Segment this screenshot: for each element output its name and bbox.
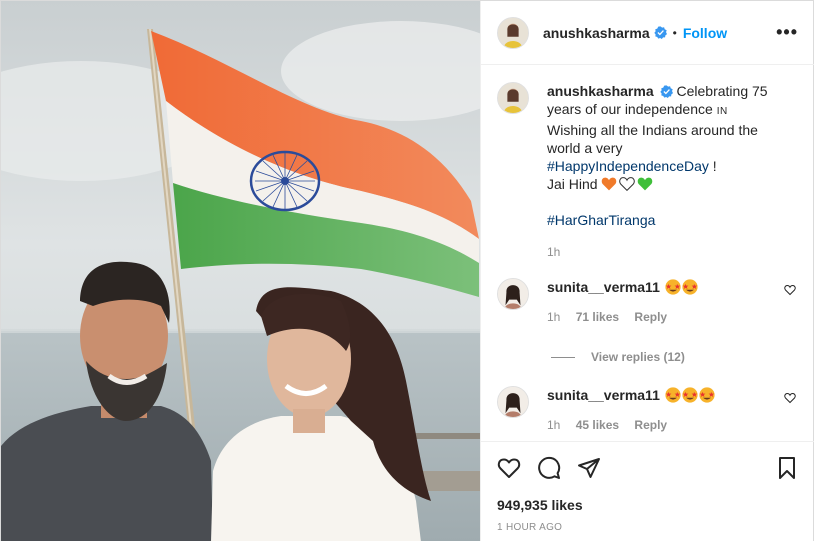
hashtag-har-ghar-tiranga[interactable]: #HarGharTiranga <box>547 212 655 228</box>
comment-time: 1h <box>547 418 561 432</box>
comment-item: sunita__verma11 1h 71 likes Reply <box>497 278 802 324</box>
comment-time: 1h <box>547 310 561 324</box>
caption: anushkasharma Celebrating 75 years of ou… <box>497 82 772 261</box>
view-replies-label: View replies (12) <box>591 350 685 364</box>
reply-button[interactable]: Reply <box>634 310 667 324</box>
view-replies-divider <box>551 356 575 358</box>
caption-text-2: Wishing all the Indians around the world… <box>547 122 758 156</box>
post-side-panel: anushkasharma • Follow ••• anushkasharma… <box>480 1 814 541</box>
view-replies-button[interactable]: View replies (12) <box>551 350 685 364</box>
caption-text-4: Jai Hind <box>547 176 598 192</box>
flag-emoji-text: IN <box>716 106 728 117</box>
green-heart-icon <box>638 177 653 191</box>
post-photo-illustration <box>1 1 480 541</box>
verified-badge-icon <box>653 26 667 39</box>
white-heart-icon <box>619 177 636 191</box>
comment-icon[interactable] <box>537 456 561 480</box>
like-comment-heart-icon[interactable] <box>784 392 796 404</box>
follow-button[interactable]: Follow <box>683 25 727 41</box>
post-actions: 949,935 likes 1 HOUR AGO <box>481 441 814 541</box>
post-likes-count[interactable]: 949,935 likes <box>497 497 583 513</box>
star-struck-emoji-icon <box>682 387 698 403</box>
post-photo[interactable] <box>1 1 480 541</box>
comment-likes[interactable]: 45 likes <box>576 418 619 432</box>
commenter-username[interactable]: sunita__verma11 <box>547 387 660 403</box>
commenter-username[interactable]: sunita__verma11 <box>547 279 660 295</box>
comments-scroll-area[interactable]: anushkasharma Celebrating 75 years of ou… <box>481 66 814 440</box>
like-comment-heart-icon[interactable] <box>784 284 796 296</box>
commenter-avatar[interactable] <box>497 278 529 310</box>
post-header: anushkasharma • Follow ••• <box>481 1 814 65</box>
post-timestamp: 1 HOUR AGO <box>497 522 563 533</box>
reply-button[interactable]: Reply <box>634 418 667 432</box>
comment-likes[interactable]: 71 likes <box>576 310 619 324</box>
share-icon[interactable] <box>577 456 601 480</box>
caption-avatar[interactable] <box>497 82 529 114</box>
author-avatar[interactable] <box>497 16 529 49</box>
star-struck-emoji-icon <box>665 387 681 403</box>
caption-text-3: ! <box>712 158 717 174</box>
caption-text: anushkasharma Celebrating 75 years of ou… <box>547 82 772 261</box>
heart-icon[interactable] <box>497 456 521 480</box>
star-struck-emoji-icon <box>682 279 698 295</box>
bookmark-icon[interactable] <box>775 456 799 480</box>
comment-item: sunita__verma11 1h 45 likes Reply <box>497 386 802 432</box>
verified-badge-icon <box>659 85 673 98</box>
caption-time: 1h <box>547 245 561 259</box>
hashtag-happy-independence-day[interactable]: #HappyIndependenceDay <box>547 158 709 174</box>
star-struck-emoji-icon <box>699 387 715 403</box>
orange-heart-icon <box>602 177 617 191</box>
post-dialog: anushkasharma • Follow ••• anushkasharma… <box>0 0 814 541</box>
header-separator: • <box>672 25 677 40</box>
commenter-avatar[interactable] <box>497 386 529 418</box>
caption-username[interactable]: anushkasharma <box>547 83 654 99</box>
star-struck-emoji-icon <box>665 279 681 295</box>
author-username[interactable]: anushkasharma <box>543 25 650 41</box>
more-options-icon[interactable]: ••• <box>776 23 798 41</box>
